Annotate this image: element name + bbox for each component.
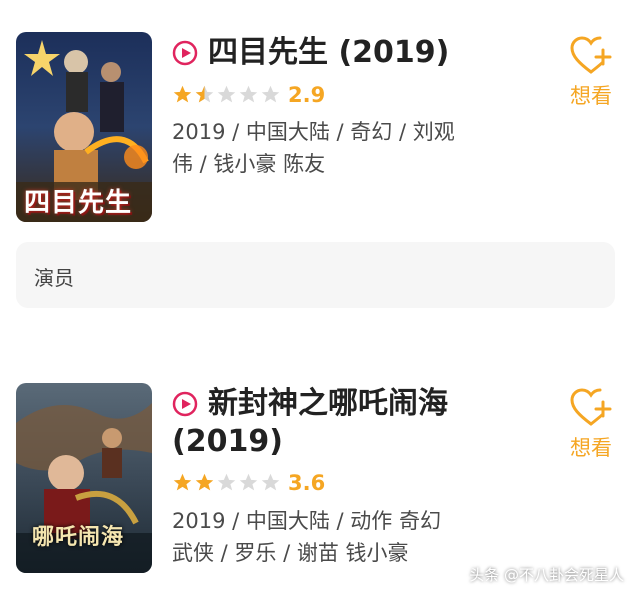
star-empty-icon [217, 85, 236, 103]
star-full-icon [173, 85, 192, 103]
meta-line: 2019 / 中国大陆 / 奇幻 / 刘观 [172, 120, 455, 144]
heart-add-icon [570, 388, 612, 426]
star-rating [172, 84, 281, 108]
star-full-icon [173, 473, 192, 491]
movie-meta: 2019 / 中国大陆 / 奇幻 / 刘观 伟 / 钱小豪 陈友 [172, 116, 492, 180]
meta-line: 2019 / 中国大陆 / 动作 奇幻 [172, 509, 441, 533]
rating-score: 2.9 [288, 83, 326, 107]
movie-title-year[interactable]: (2019) [172, 421, 283, 463]
actor-card[interactable]: 演员 [16, 242, 615, 308]
poster-title-text: 四目先生 [24, 188, 133, 218]
star-empty-icon [261, 85, 280, 103]
want-to-watch-button[interactable]: 想看 [566, 36, 616, 110]
watermark: 头条 @不八卦会死星人 [469, 566, 624, 584]
meta-line: 武侠 / 罗乐 / 谢苗 钱小豪 [172, 541, 409, 565]
meta-line: 伟 / 钱小豪 陈友 [172, 152, 326, 176]
poster-image[interactable]: 四目先生 [16, 32, 152, 222]
poster-title-text: 哪吒闹海 [32, 525, 125, 550]
star-full-icon [195, 473, 214, 491]
star-half-icon [195, 85, 214, 103]
poster-image[interactable]: 哪吒闹海 [16, 383, 152, 573]
star-empty-icon [239, 473, 258, 491]
play-icon[interactable] [172, 40, 198, 66]
star-empty-icon [261, 473, 280, 491]
want-to-watch-label: 想看 [570, 84, 612, 108]
play-icon[interactable] [172, 391, 198, 417]
heart-add-icon [570, 36, 612, 74]
movie-title[interactable]: 四目先生 (2019) [208, 32, 449, 74]
want-to-watch-button[interactable]: 想看 [566, 388, 616, 462]
want-to-watch-label: 想看 [570, 436, 612, 460]
star-rating [172, 472, 281, 496]
star-empty-icon [239, 85, 258, 103]
movie-meta: 2019 / 中国大陆 / 动作 奇幻 武侠 / 罗乐 / 谢苗 钱小豪 [172, 505, 492, 569]
star-empty-icon [217, 473, 236, 491]
actor-card-label: 演员 [34, 266, 74, 290]
movie-title[interactable]: 新封神之哪吒闹海 [208, 383, 448, 425]
rating-score: 3.6 [288, 471, 326, 495]
